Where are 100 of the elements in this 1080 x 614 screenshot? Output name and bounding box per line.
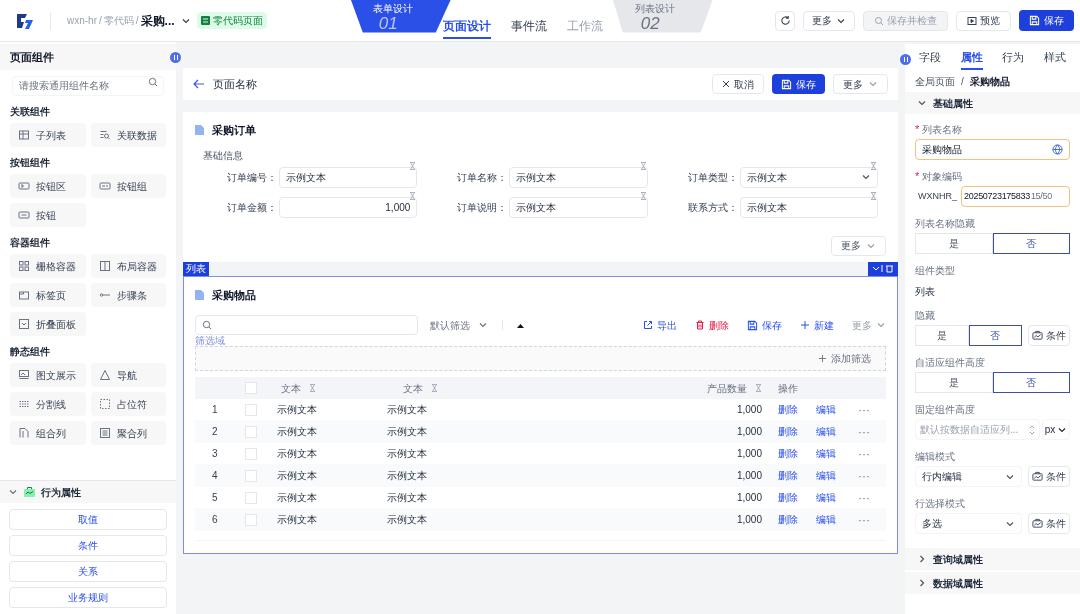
component-icon — [98, 398, 111, 410]
export-button[interactable]: 导出 — [643, 317, 677, 333]
refresh-button[interactable] — [775, 10, 795, 31]
more-button[interactable]: 更多 — [831, 235, 886, 256]
toggle-option[interactable]: 是 — [915, 372, 993, 393]
row-action-link[interactable]: 删除 — [778, 490, 798, 505]
row-action-link[interactable]: 删除 — [778, 512, 798, 527]
row-more-button[interactable]: ··· — [858, 447, 870, 460]
toggle-option[interactable]: 否 — [992, 233, 1070, 254]
input-field[interactable]: 采购物品 — [915, 139, 1070, 160]
component-item[interactable]: 栅格容器 — [10, 254, 86, 278]
row-action-link[interactable]: 编辑 — [816, 468, 836, 483]
select-field[interactable]: 行内编辑 — [915, 466, 1022, 487]
row-checkbox[interactable] — [245, 513, 257, 526]
collapse-panel-button[interactable] — [170, 52, 181, 63]
select-all-checkbox[interactable] — [245, 382, 257, 394]
row-more-button[interactable]: ··· — [858, 425, 870, 438]
row-more-button[interactable]: ··· — [858, 469, 870, 482]
behavior-button[interactable]: 业务规则 — [9, 587, 167, 608]
row-action-link[interactable]: 删除 — [778, 468, 798, 483]
search-field[interactable] — [195, 315, 418, 335]
row-action-link[interactable]: 编辑 — [816, 424, 836, 439]
filter-select[interactable]: 默认筛选 — [430, 317, 488, 333]
component-item[interactable]: 步骤条 — [90, 283, 166, 307]
row-action-link[interactable]: 编辑 — [816, 512, 836, 527]
row-checkbox[interactable] — [245, 425, 257, 438]
component-item[interactable]: 折叠面板 — [10, 312, 86, 336]
component-item[interactable]: 标签页 — [10, 283, 86, 307]
toggle-option[interactable]: 否 — [992, 372, 1070, 393]
row-number: 6 — [211, 513, 219, 527]
condition-button[interactable]: 条件 — [1028, 325, 1070, 346]
search-field[interactable]: 请搜索通用组件名称 — [12, 75, 164, 96]
input-field[interactable]: 2025072317583315/50 — [961, 186, 1070, 207]
save-button[interactable]: 保存 — [747, 317, 782, 333]
row-more-button[interactable]: ··· — [858, 513, 870, 526]
logo-icon — [16, 11, 34, 30]
component-item[interactable]: 聚合列 — [90, 421, 166, 445]
panel-tab[interactable]: 属性 — [960, 48, 983, 70]
row-checkbox[interactable] — [245, 469, 257, 482]
cancel-button[interactable]: 取消 — [712, 74, 764, 94]
component-item[interactable]: 按钮区 — [10, 174, 86, 198]
component-item[interactable]: 子列表 — [10, 123, 86, 147]
collapse-up-icon[interactable] — [517, 322, 524, 328]
design-tab[interactable]: 页面设计 — [442, 16, 491, 39]
component-item[interactable]: 占位符 — [90, 392, 166, 416]
unit-select[interactable]: px — [1042, 419, 1070, 440]
plus-icon — [800, 320, 810, 330]
behavior-button[interactable]: 关系 — [9, 561, 167, 582]
back-arrow-icon[interactable] — [193, 79, 205, 89]
row-action-link[interactable]: 删除 — [778, 424, 798, 439]
condition-button[interactable]: 条件 — [1028, 513, 1070, 534]
breadcrumb-item[interactable]: 采购物品 — [969, 73, 1010, 89]
section-header[interactable]: 行为属性 — [0, 481, 176, 503]
save-button[interactable]: 保存 — [772, 74, 825, 94]
step-tab[interactable]: 列表设计 02 — [612, 0, 713, 33]
section-header[interactable]: 基础属性 — [905, 92, 1080, 114]
row-checkbox[interactable] — [245, 491, 257, 504]
design-tab[interactable]: 事件流 — [510, 16, 547, 39]
row-action-link[interactable]: 编辑 — [816, 402, 836, 417]
select-field[interactable]: 多选 — [915, 513, 1022, 534]
row-more-button[interactable]: ··· — [858, 491, 870, 504]
toggle-option[interactable]: 否 — [968, 325, 1022, 346]
more-button[interactable]: 更多 — [803, 10, 855, 31]
row-checkbox[interactable] — [245, 447, 257, 460]
add-filter-button[interactable]: 添加筛选 — [818, 351, 871, 366]
panel-tab[interactable]: 样式 — [1044, 48, 1067, 70]
behavior-button[interactable]: 条件 — [9, 535, 167, 556]
component-item[interactable]: 关联数据 — [90, 123, 166, 147]
breadcrumb-item[interactable]: 采购... — [140, 11, 175, 30]
breadcrumb-item[interactable]: 全局页面 — [915, 73, 955, 89]
section-header[interactable]: 查询域属性 — [905, 548, 1080, 570]
row-action-link[interactable]: 编辑 — [816, 490, 836, 505]
row-checkbox[interactable] — [245, 403, 257, 416]
panel-tab[interactable]: 字段 — [918, 48, 941, 70]
delete-button[interactable]: 删除 — [695, 317, 729, 333]
property-label: 列表名称隐藏 — [915, 217, 975, 231]
save-button[interactable]: 保存 — [1019, 10, 1074, 31]
toggle-option[interactable]: 是 — [915, 233, 993, 254]
behavior-button[interactable]: 取值 — [9, 509, 167, 530]
panel-tab[interactable]: 行为 — [1002, 48, 1025, 70]
condition-button[interactable]: 条件 — [1028, 466, 1070, 487]
more-button[interactable]: 更多 — [833, 74, 888, 94]
component-item[interactable]: 图文展示 — [10, 363, 86, 387]
preview-button[interactable]: 预览 — [956, 10, 1011, 31]
row-action-link[interactable]: 删除 — [778, 402, 798, 417]
component-item[interactable]: 按钮组 — [90, 174, 166, 198]
component-item[interactable]: 组合列 — [10, 421, 86, 445]
table-cell-text: 示例文本 — [277, 513, 318, 527]
section-header[interactable]: 数据域属性 — [905, 572, 1080, 594]
component-item[interactable]: 导航 — [90, 363, 166, 387]
component-item[interactable]: 布局容器 — [90, 254, 166, 278]
row-action-link[interactable]: 编辑 — [816, 446, 836, 461]
component-item[interactable]: 分割线 — [10, 392, 86, 416]
component-item[interactable]: 按钮 — [10, 203, 86, 227]
toggle-option[interactable]: 是 — [915, 325, 969, 346]
row-more-button[interactable]: ··· — [858, 403, 870, 416]
property-label: 固定组件高度 — [915, 403, 975, 417]
row-action-link[interactable]: 删除 — [778, 446, 798, 461]
new-button[interactable]: 新建 — [800, 317, 834, 333]
collapse-panel-button[interactable] — [900, 54, 911, 65]
